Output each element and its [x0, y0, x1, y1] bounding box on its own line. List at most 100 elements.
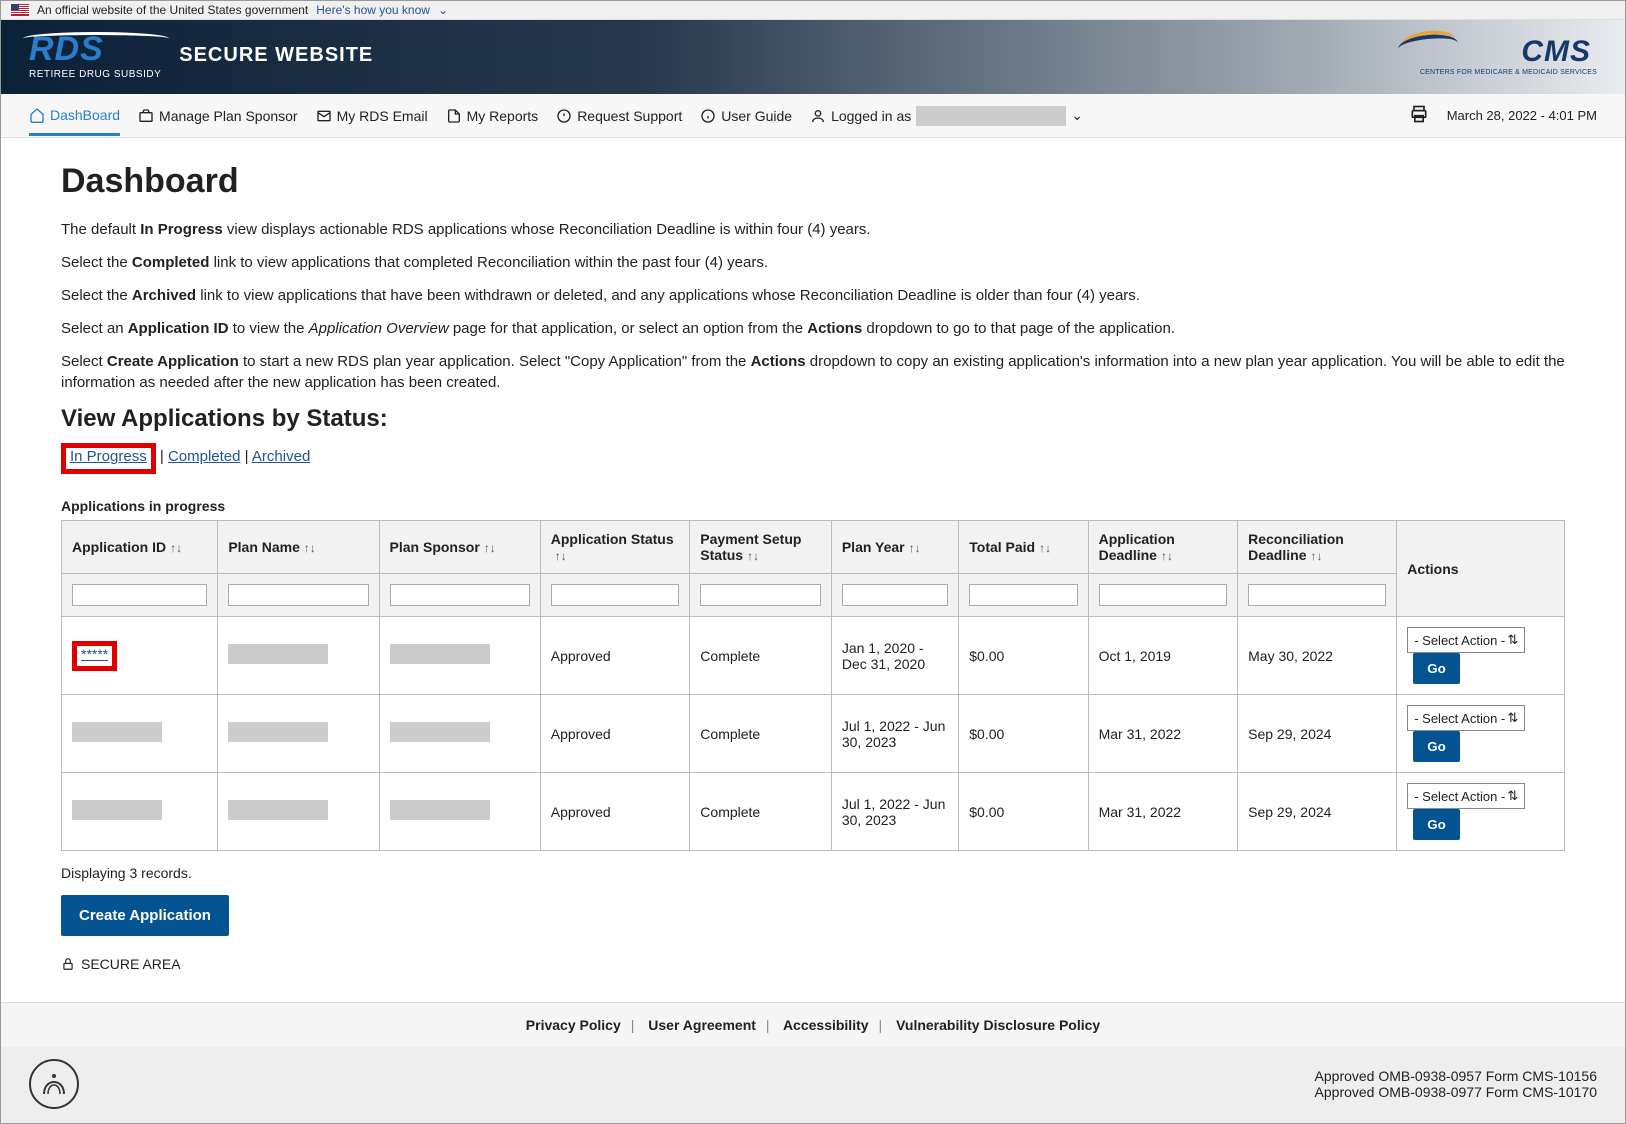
omb-line-1: Approved OMB-0938-0957 Form CMS-10156 [1315, 1068, 1597, 1084]
col-reconciliation-deadline[interactable]: Reconciliation Deadline↑↓ [1238, 521, 1397, 574]
redacted [228, 644, 328, 664]
page-title: Dashboard [61, 162, 1565, 201]
nav-dashboard[interactable]: DashBoard [29, 107, 120, 136]
mail-icon [316, 108, 332, 124]
col-plan-sponsor[interactable]: Plan Sponsor↑↓ [379, 521, 540, 574]
filter-payment-status[interactable] [700, 584, 821, 606]
nav-manage-plan-sponsor[interactable]: Manage Plan Sponsor [138, 108, 298, 124]
nav-user-guide[interactable]: User Guide [700, 108, 792, 124]
sort-icon[interactable]: ↑↓ [1310, 549, 1322, 563]
sort-icon[interactable]: ↑↓ [170, 541, 182, 555]
omb-line-2: Approved OMB-0938-0977 Form CMS-10170 [1315, 1084, 1597, 1100]
sort-icon[interactable]: ↑↓ [1161, 549, 1173, 563]
footer-links: Privacy Policy| User Agreement| Accessib… [1, 1002, 1625, 1047]
link-user-agreement[interactable]: User Agreement [648, 1017, 756, 1033]
cell-app-status: Approved [540, 617, 690, 695]
sort-icon[interactable]: ↑↓ [1039, 541, 1051, 555]
redacted [72, 800, 162, 820]
select-arrows-icon: ⇅ [1507, 710, 1518, 726]
cell-app-status: Approved [540, 773, 690, 851]
filter-plan-sponsor[interactable] [390, 584, 530, 606]
filter-reconciliation-deadline[interactable] [1248, 584, 1386, 606]
link-archived[interactable]: Archived [252, 448, 310, 465]
link-privacy-policy[interactable]: Privacy Policy [526, 1017, 621, 1033]
col-application-id[interactable]: Application ID↑↓ [62, 521, 218, 574]
nav-logged-in[interactable]: Logged in as ⌄ [810, 106, 1083, 126]
highlight-in-progress: In Progress [61, 443, 156, 474]
cell-total-paid: $0.00 [959, 617, 1088, 695]
application-id-link[interactable]: ***** [81, 646, 108, 662]
file-icon [446, 108, 462, 124]
us-flag-icon [11, 4, 29, 16]
redacted [228, 800, 328, 820]
footer-bottom: Approved OMB-0938-0957 Form CMS-10156 Ap… [1, 1047, 1625, 1123]
filter-total-paid[interactable] [969, 584, 1077, 606]
intro-p4: Select an Application ID to view the App… [61, 318, 1565, 339]
home-icon [29, 107, 45, 123]
support-icon [556, 108, 572, 124]
chevron-down-icon[interactable]: ⌄ [1071, 107, 1083, 124]
select-arrows-icon: ⇅ [1507, 632, 1518, 648]
redacted [390, 644, 490, 664]
col-application-deadline[interactable]: Application Deadline↑↓ [1088, 521, 1238, 574]
link-vulnerability-disclosure[interactable]: Vulnerability Disclosure Policy [896, 1017, 1100, 1033]
cell-pay-status: Complete [690, 695, 832, 773]
col-actions: Actions [1397, 521, 1565, 617]
print-button[interactable] [1409, 104, 1429, 127]
col-total-paid[interactable]: Total Paid↑↓ [959, 521, 1088, 574]
select-action-dropdown[interactable]: - Select Action -⇅ [1407, 783, 1525, 809]
table-row: Approved Complete Jul 1, 2022 - Jun 30, … [62, 695, 1565, 773]
view-by-status-heading: View Applications by Status: [61, 405, 1565, 433]
select-action-dropdown[interactable]: - Select Action -⇅ [1407, 705, 1525, 731]
cell-rec-deadline: Sep 29, 2024 [1238, 695, 1397, 773]
cell-total-paid: $0.00 [959, 773, 1088, 851]
link-completed[interactable]: Completed [168, 448, 241, 465]
intro-p3: Select the Archived link to view applica… [61, 285, 1565, 306]
gov-banner-text: An official website of the United States… [37, 3, 308, 17]
nav-my-rds-email[interactable]: My RDS Email [316, 108, 428, 124]
go-button[interactable]: Go [1413, 653, 1460, 684]
link-in-progress[interactable]: In Progress [70, 448, 147, 465]
sort-icon[interactable]: ↑↓ [304, 541, 316, 555]
filter-application-status[interactable] [551, 584, 680, 606]
cell-plan-year: Jan 1, 2020 - Dec 31, 2020 [831, 617, 958, 695]
chevron-down-icon[interactable]: ⌄ [438, 3, 448, 17]
filter-plan-name[interactable] [228, 584, 368, 606]
filter-application-id[interactable] [72, 584, 207, 606]
nav-request-support[interactable]: Request Support [556, 108, 682, 124]
redacted [228, 722, 328, 742]
col-plan-name[interactable]: Plan Name↑↓ [218, 521, 379, 574]
timestamp: March 28, 2022 - 4:01 PM [1447, 108, 1597, 123]
cell-pay-status: Complete [690, 773, 832, 851]
select-arrows-icon: ⇅ [1507, 788, 1518, 804]
user-name-redacted [916, 106, 1066, 126]
go-button[interactable]: Go [1413, 731, 1460, 762]
cell-rec-deadline: May 30, 2022 [1238, 617, 1397, 695]
link-accessibility[interactable]: Accessibility [783, 1017, 869, 1033]
col-plan-year[interactable]: Plan Year↑↓ [831, 521, 958, 574]
cell-app-deadline: Oct 1, 2019 [1088, 617, 1238, 695]
go-button[interactable]: Go [1413, 809, 1460, 840]
nav-bar: DashBoard Manage Plan Sponsor My RDS Ema… [1, 94, 1625, 138]
cell-app-deadline: Mar 31, 2022 [1088, 773, 1238, 851]
highlight-app-id: ***** [72, 641, 117, 671]
secure-area-label: SECURE AREA [61, 956, 1565, 972]
create-application-button[interactable]: Create Application [61, 895, 229, 936]
sort-icon[interactable]: ↑↓ [909, 541, 921, 555]
how-you-know-link[interactable]: Here's how you know [316, 3, 430, 17]
select-action-dropdown[interactable]: - Select Action -⇅ [1407, 627, 1525, 653]
sort-icon[interactable]: ↑↓ [484, 541, 496, 555]
sort-icon[interactable]: ↑↓ [747, 549, 759, 563]
col-application-status[interactable]: Application Status↑↓ [540, 521, 690, 574]
filter-plan-year[interactable] [842, 584, 948, 606]
site-label: SECURE WEBSITE [179, 44, 373, 67]
cell-pay-status: Complete [690, 617, 832, 695]
col-payment-status[interactable]: Payment Setup Status↑↓ [690, 521, 832, 574]
cell-plan-year: Jul 1, 2022 - Jun 30, 2023 [831, 773, 958, 851]
filter-application-deadline[interactable] [1099, 584, 1228, 606]
brand-header: RDS RETIREE DRUG SUBSIDY SECURE WEBSITE … [1, 20, 1625, 94]
nav-my-reports[interactable]: My Reports [446, 108, 539, 124]
cms-logo: CMS CENTERS FOR MEDICARE & MEDICAID SERV… [1420, 35, 1597, 76]
sort-icon[interactable]: ↑↓ [555, 549, 567, 563]
cell-plan-year: Jul 1, 2022 - Jun 30, 2023 [831, 695, 958, 773]
